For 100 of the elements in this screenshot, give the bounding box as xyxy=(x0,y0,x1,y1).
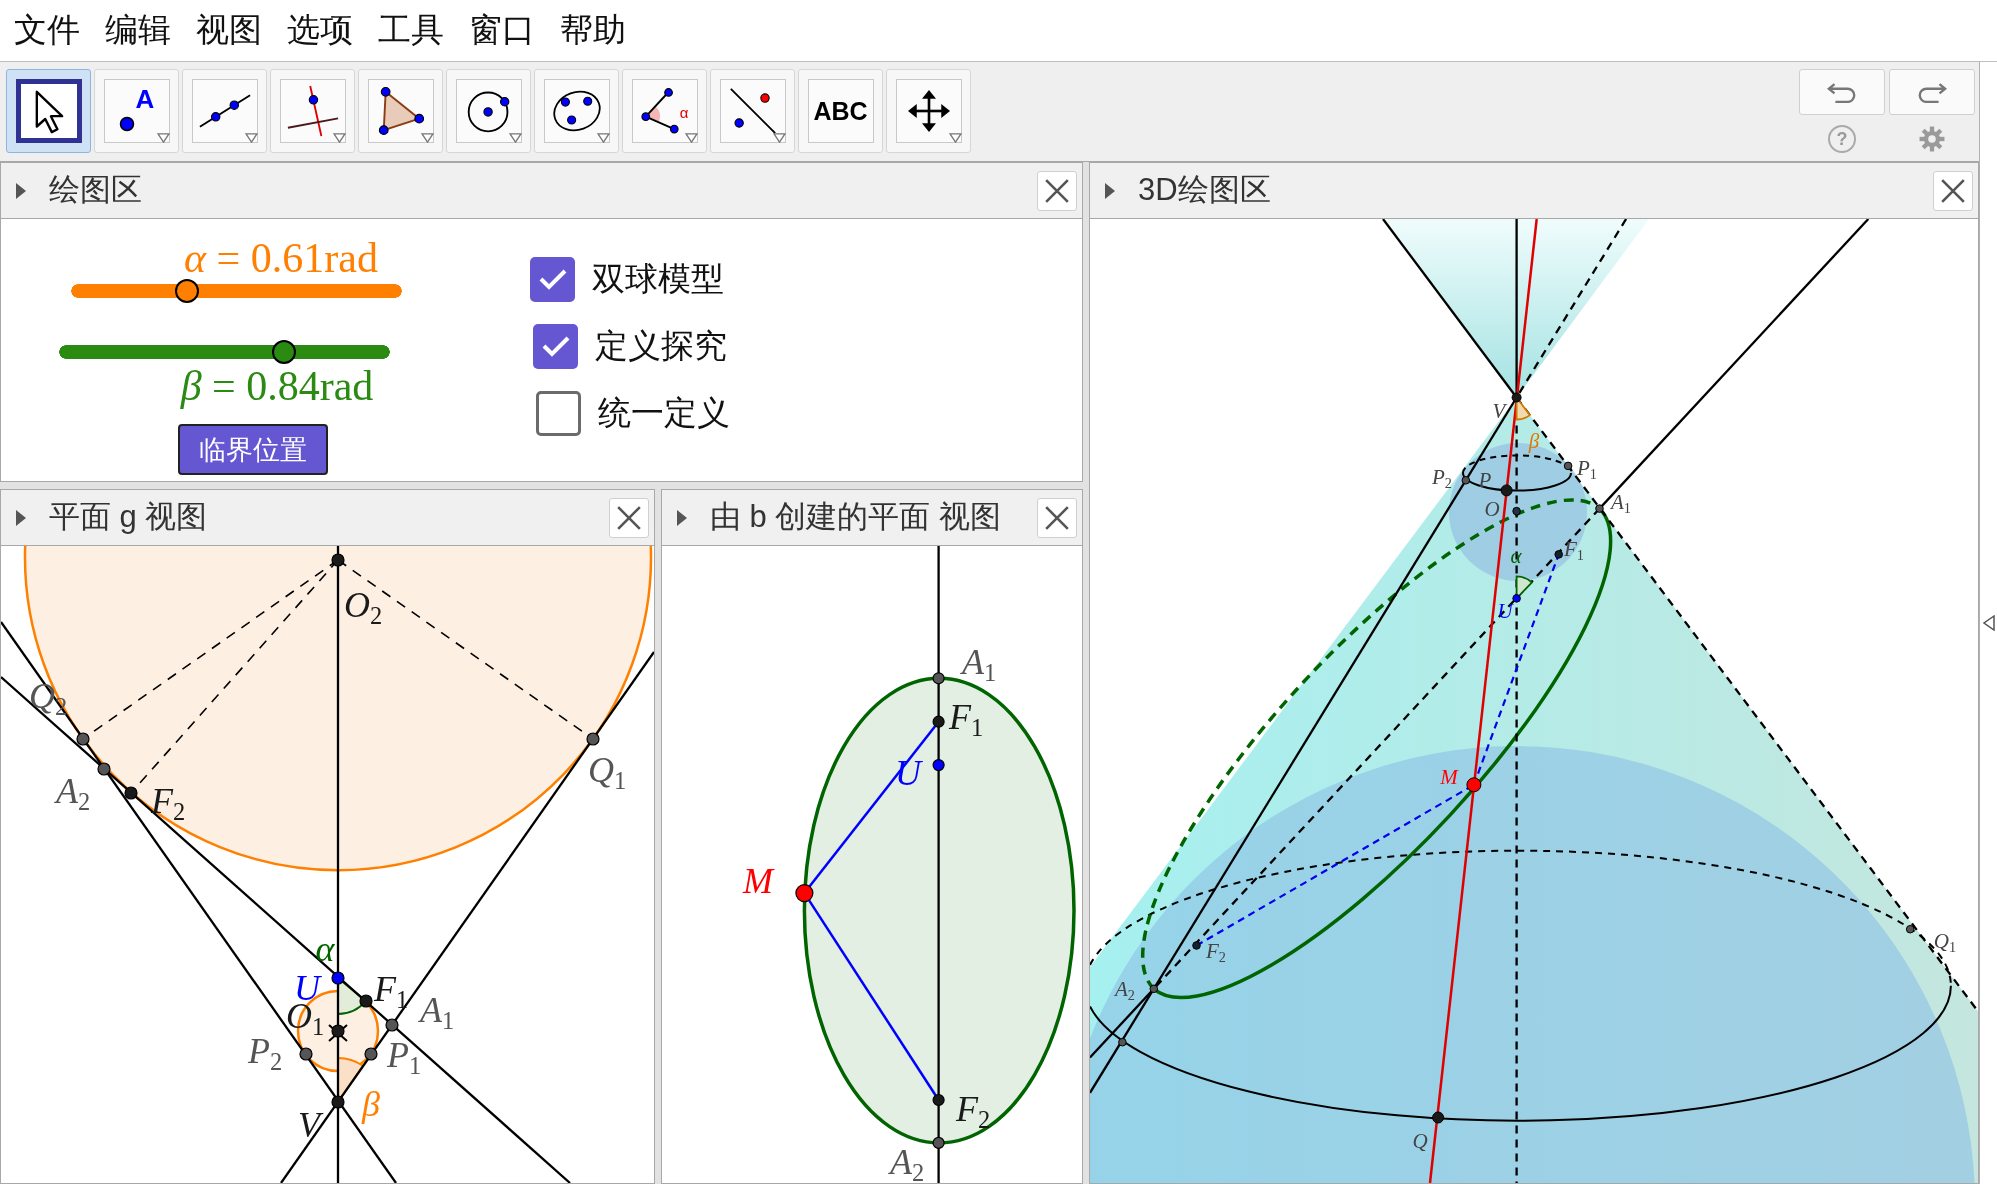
close-button[interactable] xyxy=(1933,170,1973,211)
caret-right-icon[interactable] xyxy=(15,508,27,527)
point-label: α xyxy=(1510,545,1522,567)
point-label: U xyxy=(1497,600,1513,622)
panel-title: 绘图区 xyxy=(49,173,142,208)
point-label: F$_{1}$ xyxy=(1564,538,1584,560)
point xyxy=(331,971,345,985)
checkbox[interactable] xyxy=(530,256,575,302)
close-button[interactable] xyxy=(609,497,649,538)
menu-item[interactable]: 帮助 xyxy=(560,12,626,49)
close-button[interactable] xyxy=(1037,170,1077,211)
checkbox-label[interactable]: 统一定义 xyxy=(598,394,730,432)
menu-item[interactable]: 工具 xyxy=(378,12,444,49)
point-label: O$_{2}$ xyxy=(343,587,383,623)
point xyxy=(1511,392,1522,403)
point-label: V xyxy=(1492,400,1506,422)
slider-thumb[interactable] xyxy=(174,279,199,303)
tool-button[interactable]: α xyxy=(622,69,707,153)
point-label: F$_{1}$ xyxy=(373,971,409,1007)
point xyxy=(1500,484,1513,497)
point-label: P$_{2}$ xyxy=(1432,466,1452,488)
menu-item[interactable]: 文件 xyxy=(14,12,80,49)
point xyxy=(1905,924,1915,934)
point xyxy=(1554,550,1563,559)
checkbox-label[interactable]: 双球模型 xyxy=(592,260,724,298)
close-button[interactable] xyxy=(1037,497,1077,538)
tool-button[interactable] xyxy=(358,69,443,153)
point-label: β xyxy=(362,1086,380,1122)
tool-button[interactable]: A xyxy=(94,69,179,153)
point xyxy=(331,1024,345,1038)
checkmark-icon xyxy=(540,334,571,358)
point-label: Q xyxy=(1412,1130,1428,1152)
caret-right-icon[interactable] xyxy=(15,181,27,200)
tool-button[interactable] xyxy=(446,69,531,153)
checkmark-icon xyxy=(537,267,568,291)
point xyxy=(932,1136,945,1149)
point xyxy=(1512,594,1521,603)
cursor-icon xyxy=(33,88,64,134)
tool-button[interactable] xyxy=(886,69,971,153)
checkbox[interactable] xyxy=(536,390,581,436)
menu-item[interactable]: 选项 xyxy=(287,12,353,49)
point-label: A$_{1}$ xyxy=(961,644,997,680)
point-label: A$_{2}$ xyxy=(889,1144,925,1180)
triangle-icon xyxy=(377,86,424,136)
point xyxy=(1149,984,1159,994)
point xyxy=(1466,777,1482,793)
slider-thumb[interactable] xyxy=(272,340,297,364)
point xyxy=(1192,941,1201,950)
point-label: F$_{2}$ xyxy=(150,783,186,819)
checkbox-label[interactable]: 定义探究 xyxy=(595,327,727,365)
point xyxy=(932,1093,945,1107)
panel-title: 平面 g 视图 xyxy=(49,500,208,535)
perpendicular-lines-icon xyxy=(286,85,339,137)
point xyxy=(331,1095,345,1109)
tool-button[interactable] xyxy=(182,69,267,153)
four-way-arrow-icon xyxy=(907,90,950,132)
close-icon xyxy=(1044,504,1070,531)
caret-right-icon[interactable] xyxy=(1104,181,1116,200)
tool-button[interactable] xyxy=(6,69,91,153)
point xyxy=(932,759,945,772)
panel-title: 3D绘图区 xyxy=(1138,173,1271,208)
point xyxy=(299,1047,313,1061)
point xyxy=(1432,1111,1445,1124)
tool-button[interactable] xyxy=(534,69,619,153)
caret-left-icon[interactable] xyxy=(1982,615,1995,631)
undo-button[interactable] xyxy=(1799,69,1885,115)
redo-button[interactable] xyxy=(1889,69,1975,115)
point xyxy=(1512,506,1521,516)
point xyxy=(1563,461,1573,471)
point xyxy=(364,1047,378,1061)
panel-title: 由 b 创建的平面 视图 xyxy=(710,500,1002,535)
tool-button[interactable]: ABC xyxy=(798,69,883,153)
redo-icon xyxy=(1916,81,1948,103)
menu-item[interactable]: 窗口 xyxy=(469,12,535,49)
point-label: P$_{1}$ xyxy=(386,1037,422,1073)
point xyxy=(1595,504,1604,513)
slider-label: α = 0.61rad xyxy=(184,237,378,279)
caret-right-icon[interactable] xyxy=(676,508,688,527)
point-label: O xyxy=(1484,498,1500,520)
point-label: Q$_{1}$ xyxy=(1933,930,1957,952)
point xyxy=(385,1018,399,1032)
point xyxy=(1461,476,1471,485)
point-label: F$_{2}$ xyxy=(1206,940,1226,962)
critical-position-button[interactable]: 临界位置 xyxy=(178,424,328,475)
tool-button[interactable] xyxy=(710,69,795,153)
point-and-line-icon xyxy=(728,87,777,135)
menu-item[interactable]: 视图 xyxy=(196,12,262,49)
point xyxy=(97,762,111,776)
point-label: Q$_{1}$ xyxy=(587,752,627,788)
checkbox[interactable] xyxy=(533,323,578,369)
menu-item[interactable]: 编辑 xyxy=(105,12,171,49)
point-label: A$_{2}$ xyxy=(55,773,91,809)
point-label: M xyxy=(1440,766,1458,788)
point-label: β xyxy=(1528,430,1540,452)
undo-icon xyxy=(1826,81,1858,103)
point xyxy=(795,884,814,903)
point xyxy=(932,672,945,685)
point-label: F$_{1}$ xyxy=(948,699,984,735)
point-label: P$_{2}$ xyxy=(247,1033,283,1069)
angle-icon xyxy=(640,88,679,134)
